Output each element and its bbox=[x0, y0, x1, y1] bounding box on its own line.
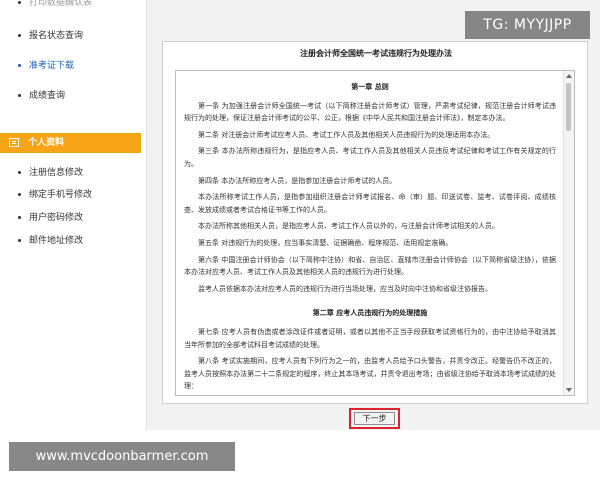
paragraph: 本办法所称其他相关人员，是指应考人员、考试工作人员以外的，与注册会计师考试相关的… bbox=[198, 222, 499, 231]
paragraph: 监考人员依据本办法对应考人员的违规行为进行当场处理，应当及时向中注协和省级注协报… bbox=[198, 284, 492, 293]
sidebar-item-label: 成绩查询 bbox=[29, 91, 66, 101]
chapter-heading: 第一章 总则 bbox=[351, 83, 389, 91]
sidebar-item-admission-ticket[interactable]: 准考证下载 bbox=[18, 58, 74, 71]
document-title: 注册会计师全国统一考试违规行为处理办法 bbox=[300, 49, 452, 58]
rules-panel: 注册会计师全国统一考试违规行为处理办法 第一章 总则 第一条 为加强注册会计师全… bbox=[162, 41, 588, 404]
sidebar-item-label: 邮件地址修改 bbox=[29, 236, 84, 246]
sidebar-item-edit-registration[interactable]: 注册信息修改 bbox=[18, 165, 83, 178]
sidebar-section-personal-info[interactable]: 个人资料 bbox=[0, 133, 141, 153]
sidebar-section-label: 个人资料 bbox=[28, 138, 65, 148]
page: 打印数据确认表 报名状态查询 准考证下载 成绩查询 个人资料 注册信息修改 绑定… bbox=[0, 0, 600, 430]
sidebar-item-label: 准考证下载 bbox=[29, 61, 75, 71]
next-step-button[interactable]: 下一步 bbox=[354, 412, 395, 425]
scroll-up-arrow-icon[interactable] bbox=[566, 74, 572, 78]
paragraph: 第四条 本办法所称应考人员，是指参加注册会计师考试的人员。 bbox=[198, 176, 397, 185]
paragraph: 第五条 对违规行为的处理，应当事实清楚、证据确凿、程序规范、适用规定准确。 bbox=[198, 238, 453, 247]
sidebar-item-print-confirm[interactable]: 打印数据确认表 bbox=[18, 0, 92, 8]
scroll-thumb[interactable] bbox=[566, 83, 571, 131]
sidebar-item-label: 报名状态查询 bbox=[29, 31, 84, 41]
id-card-icon bbox=[9, 138, 19, 147]
sidebar-item-label: 打印数据确认表 bbox=[29, 0, 93, 8]
sidebar-item-score-query[interactable]: 成绩查询 bbox=[18, 88, 65, 101]
bullet-icon bbox=[18, 94, 21, 97]
sidebar-item-edit-email[interactable]: 邮件地址修改 bbox=[18, 233, 83, 246]
scroll-down-arrow-icon[interactable] bbox=[566, 388, 572, 392]
vertical-scrollbar[interactable] bbox=[563, 71, 574, 395]
bullet-icon bbox=[18, 216, 21, 219]
paragraph: 第二条 对注册会计师考试应考人员、考试工作人员及其他相关人员违规行为的处理适用本… bbox=[198, 130, 495, 139]
paragraph: 本办法所称考试工作人员，是指参加组织注册会计师考试报名、命（审）题、印送试卷、监… bbox=[184, 193, 556, 214]
sidebar-item-registration-status[interactable]: 报名状态查询 bbox=[18, 28, 83, 41]
bullet-icon bbox=[18, 64, 21, 67]
watermark-top: TG: MYYJJPP bbox=[465, 11, 590, 39]
bullet-icon bbox=[18, 34, 21, 37]
paragraph: 第六条 中国注册会计师协会（以下简称中注协）和省、自治区、直辖市注册会计师协会（… bbox=[184, 255, 556, 277]
sidebar-item-label: 用户密码修改 bbox=[29, 213, 84, 223]
bullet-icon bbox=[18, 239, 21, 242]
paragraph: 第三条 本办法所称违规行为，是指应考人员、考试工作人员及其他相关人员违反考试纪律… bbox=[184, 147, 556, 168]
sidebar-item-edit-phone[interactable]: 绑定手机号修改 bbox=[18, 187, 92, 200]
bullet-icon bbox=[18, 171, 21, 174]
watermark-bottom: www.mvcdoonbarmer.com bbox=[9, 442, 235, 471]
chapter-heading: 第二章 应考人员违规行为的处理措施 bbox=[312, 309, 428, 318]
rules-text-box[interactable]: 第一章 总则 第一条 为加强注册会计师全国统一考试（以下简称注册会计师考试）管理… bbox=[175, 70, 575, 396]
bullet-icon bbox=[18, 1, 21, 4]
paragraph: 第八条 考试实施期间，应考人员有下列行为之一的，由监考人员给予口头警告，并责令改… bbox=[184, 357, 556, 391]
sidebar-item-label: 注册信息修改 bbox=[29, 168, 84, 178]
next-button-highlight: 下一步 bbox=[349, 408, 400, 429]
sidebar-item-label: 绑定手机号修改 bbox=[29, 190, 93, 200]
sidebar: 打印数据确认表 报名状态查询 准考证下载 成绩查询 个人资料 注册信息修改 绑定… bbox=[0, 0, 147, 430]
sidebar-item-edit-password[interactable]: 用户密码修改 bbox=[18, 210, 83, 223]
bullet-icon bbox=[18, 193, 21, 196]
paragraph: 第七条 应考人员有伪造或者涂改证件或者证明，或者以其他不正当手段获取考试资格行为… bbox=[184, 327, 556, 349]
document-body: 第一章 总则 第一条 为加强注册会计师全国统一考试（以下简称注册会计师考试）管理… bbox=[184, 77, 556, 395]
paragraph: 第一条 为加强注册会计师全国统一考试（以下简称注册会计师考试）管理，严肃考试纪律… bbox=[184, 101, 556, 123]
